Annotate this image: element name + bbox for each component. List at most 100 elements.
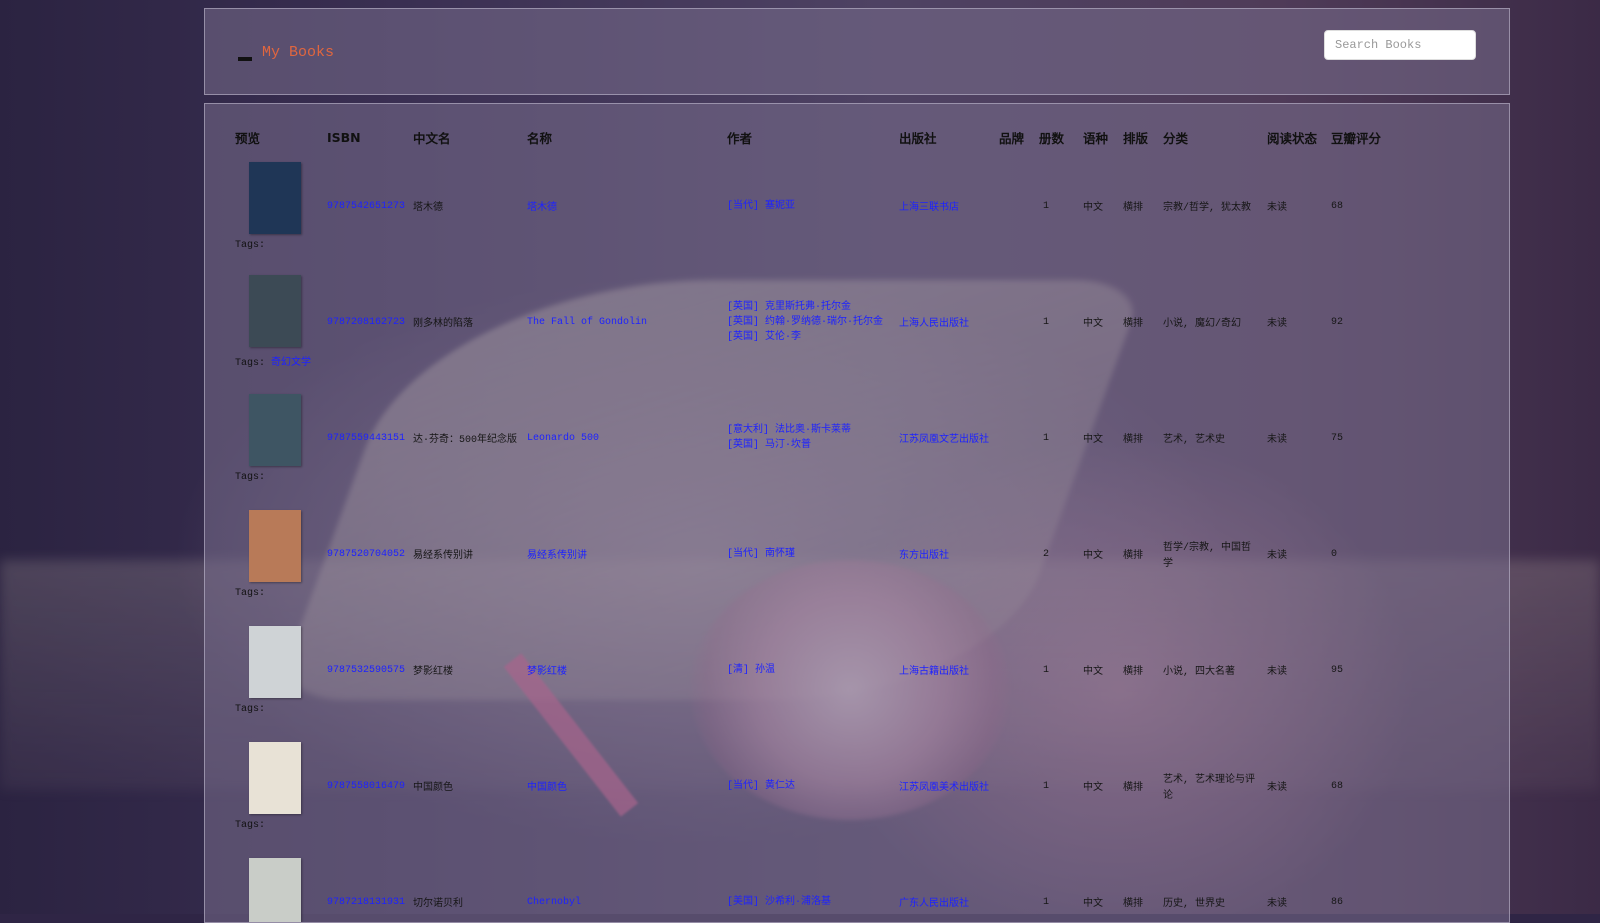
author-link[interactable]: [意大利] 法比奥·斯卡莱蒂 — [727, 423, 891, 438]
book-name-link[interactable]: 梦影红楼 — [527, 667, 567, 678]
publisher-link[interactable]: 江苏凤凰美术出版社 — [899, 783, 989, 794]
author-link[interactable]: [当代] 黄仁达 — [727, 779, 891, 794]
author-link[interactable]: [当代] 南怀瑾 — [727, 547, 891, 562]
book-cover-image[interactable] — [249, 275, 301, 347]
book-cover-image[interactable] — [249, 742, 301, 814]
book-name-link[interactable]: 塔木德 — [527, 203, 557, 214]
tags-line: Tags: 奇幻文学 — [235, 353, 319, 369]
book-cover-image[interactable] — [249, 394, 301, 466]
count-cell: 1 — [1039, 612, 1083, 728]
tags-label: Tags: — [235, 704, 265, 715]
author-link[interactable]: [英国] 克里斯托弗·托尔金 — [727, 300, 891, 315]
score-cell: 95 — [1331, 612, 1399, 728]
cn-name-cell: 刚多林的陷落 — [413, 264, 527, 380]
books-table: 预览 ISBN 中文名 名称 作者 出版社 品牌 册数 语种 排版 分类 阅读状… — [235, 126, 1399, 923]
publisher-link[interactable]: 东方出版社 — [899, 551, 949, 562]
book-cover-image[interactable] — [249, 626, 301, 698]
category-cell: 历史, 世界史 — [1163, 844, 1267, 923]
tag-link[interactable]: 奇幻文学 — [271, 358, 311, 369]
col-header-preview: 预览 — [235, 126, 327, 148]
language-cell: 中文 — [1083, 380, 1123, 496]
language-cell: 中文 — [1083, 148, 1123, 264]
book-cover-image[interactable] — [249, 858, 301, 923]
brand-cell — [999, 844, 1039, 923]
preview-cell: Tags: — [235, 496, 327, 612]
book-name-link[interactable]: 易经系传别讲 — [527, 551, 587, 562]
col-header-layout: 排版 — [1123, 126, 1163, 148]
tags-line: Tags: — [235, 588, 319, 599]
book-name-link[interactable]: 中国颜色 — [527, 783, 567, 794]
status-cell: 未读 — [1267, 380, 1331, 496]
publisher-link[interactable]: 上海人民出版社 — [899, 319, 969, 330]
publisher-link[interactable]: 江苏凤凰文艺出版社 — [899, 435, 989, 446]
layout-cell: 横排 — [1123, 380, 1163, 496]
col-header-count: 册数 — [1039, 126, 1083, 148]
layout-cell: 横排 — [1123, 496, 1163, 612]
isbn-link[interactable]: 9787542651273 — [327, 201, 405, 212]
layout-cell: 横排 — [1123, 728, 1163, 844]
author-link[interactable]: [英国] 约翰·罗纳德·瑞尔·托尔金 — [727, 315, 891, 330]
isbn-link[interactable]: 9787558016479 — [327, 781, 405, 792]
brand-cell — [999, 496, 1039, 612]
publisher-link[interactable]: 上海古籍出版社 — [899, 667, 969, 678]
author-cell: [意大利] 法比奥·斯卡莱蒂[英国] 马汀·坎普 — [727, 380, 899, 496]
brand-cell — [999, 380, 1039, 496]
publisher-link[interactable]: 上海三联书店 — [899, 203, 959, 214]
category-cell: 小说, 魔幻/奇幻 — [1163, 264, 1267, 380]
isbn-link[interactable]: 9787208162723 — [327, 317, 405, 328]
cn-name-cell: 梦影红楼 — [413, 612, 527, 728]
language-cell: 中文 — [1083, 264, 1123, 380]
col-header-status: 阅读状态 — [1267, 126, 1331, 148]
isbn-link[interactable]: 9787559443151 — [327, 433, 405, 444]
col-header-language: 语种 — [1083, 126, 1123, 148]
col-header-name: 名称 — [527, 126, 727, 148]
status-cell: 未读 — [1267, 728, 1331, 844]
col-header-brand: 品牌 — [999, 126, 1039, 148]
table-row: Tags: 奇幻文学 9787208162723 刚多林的陷落 The Fall… — [235, 264, 1399, 380]
layout-cell: 横排 — [1123, 264, 1163, 380]
search-input[interactable] — [1324, 30, 1476, 60]
author-cell: [当代] 塞妮亚 — [727, 148, 899, 264]
publisher-link[interactable]: 广东人民出版社 — [899, 899, 969, 910]
status-cell: 未读 — [1267, 264, 1331, 380]
col-header-score: 豆瓣评分 — [1331, 126, 1399, 148]
brand-cell — [999, 264, 1039, 380]
category-cell: 小说, 四大名著 — [1163, 612, 1267, 728]
col-header-publisher: 出版社 — [899, 126, 999, 148]
author-cell: [当代] 南怀瑾 — [727, 496, 899, 612]
book-name-link[interactable]: Chernobyl — [527, 897, 581, 908]
tags-label: Tags: — [235, 472, 265, 483]
count-cell: 1 — [1039, 728, 1083, 844]
preview-cell: Tags: — [235, 844, 327, 923]
menu-icon[interactable] — [238, 57, 252, 61]
cn-name-cell: 中国颜色 — [413, 728, 527, 844]
book-name-link[interactable]: Leonardo 500 — [527, 433, 599, 444]
tags-label: Tags: — [235, 820, 265, 831]
table-row: Tags: 9787532590575 梦影红楼 梦影红楼 [清] 孙温 上海古… — [235, 612, 1399, 728]
author-link[interactable]: [英国] 马汀·坎普 — [727, 438, 891, 453]
category-cell: 宗教/哲学, 犹太教 — [1163, 148, 1267, 264]
author-link[interactable]: [清] 孙温 — [727, 663, 891, 678]
count-cell: 1 — [1039, 380, 1083, 496]
table-header-row: 预览 ISBN 中文名 名称 作者 出版社 品牌 册数 语种 排版 分类 阅读状… — [235, 126, 1399, 148]
author-link[interactable]: [当代] 塞妮亚 — [727, 199, 891, 214]
book-cover-image[interactable] — [249, 510, 301, 582]
book-cover-image[interactable] — [249, 162, 301, 234]
brand-cell — [999, 148, 1039, 264]
brand-title[interactable]: My Books — [262, 44, 334, 61]
tags-label: Tags: — [235, 240, 265, 251]
author-link[interactable]: [英国] 艾伦·李 — [727, 330, 891, 345]
language-cell: 中文 — [1083, 612, 1123, 728]
tags-line: Tags: — [235, 472, 319, 483]
book-name-link[interactable]: The Fall of Gondolin — [527, 317, 647, 328]
preview-cell: Tags: — [235, 728, 327, 844]
isbn-link[interactable]: 9787520704052 — [327, 549, 405, 560]
col-header-author: 作者 — [727, 126, 899, 148]
table-row: Tags: 9787558016479 中国颜色 中国颜色 [当代] 黄仁达 江… — [235, 728, 1399, 844]
brand-cell — [999, 728, 1039, 844]
isbn-link[interactable]: 9787218131931 — [327, 897, 405, 908]
isbn-link[interactable]: 9787532590575 — [327, 665, 405, 676]
preview-cell: Tags: 奇幻文学 — [235, 264, 327, 380]
brand-cell — [999, 612, 1039, 728]
author-link[interactable]: [美国] 沙希利·浦洛基 — [727, 895, 891, 910]
